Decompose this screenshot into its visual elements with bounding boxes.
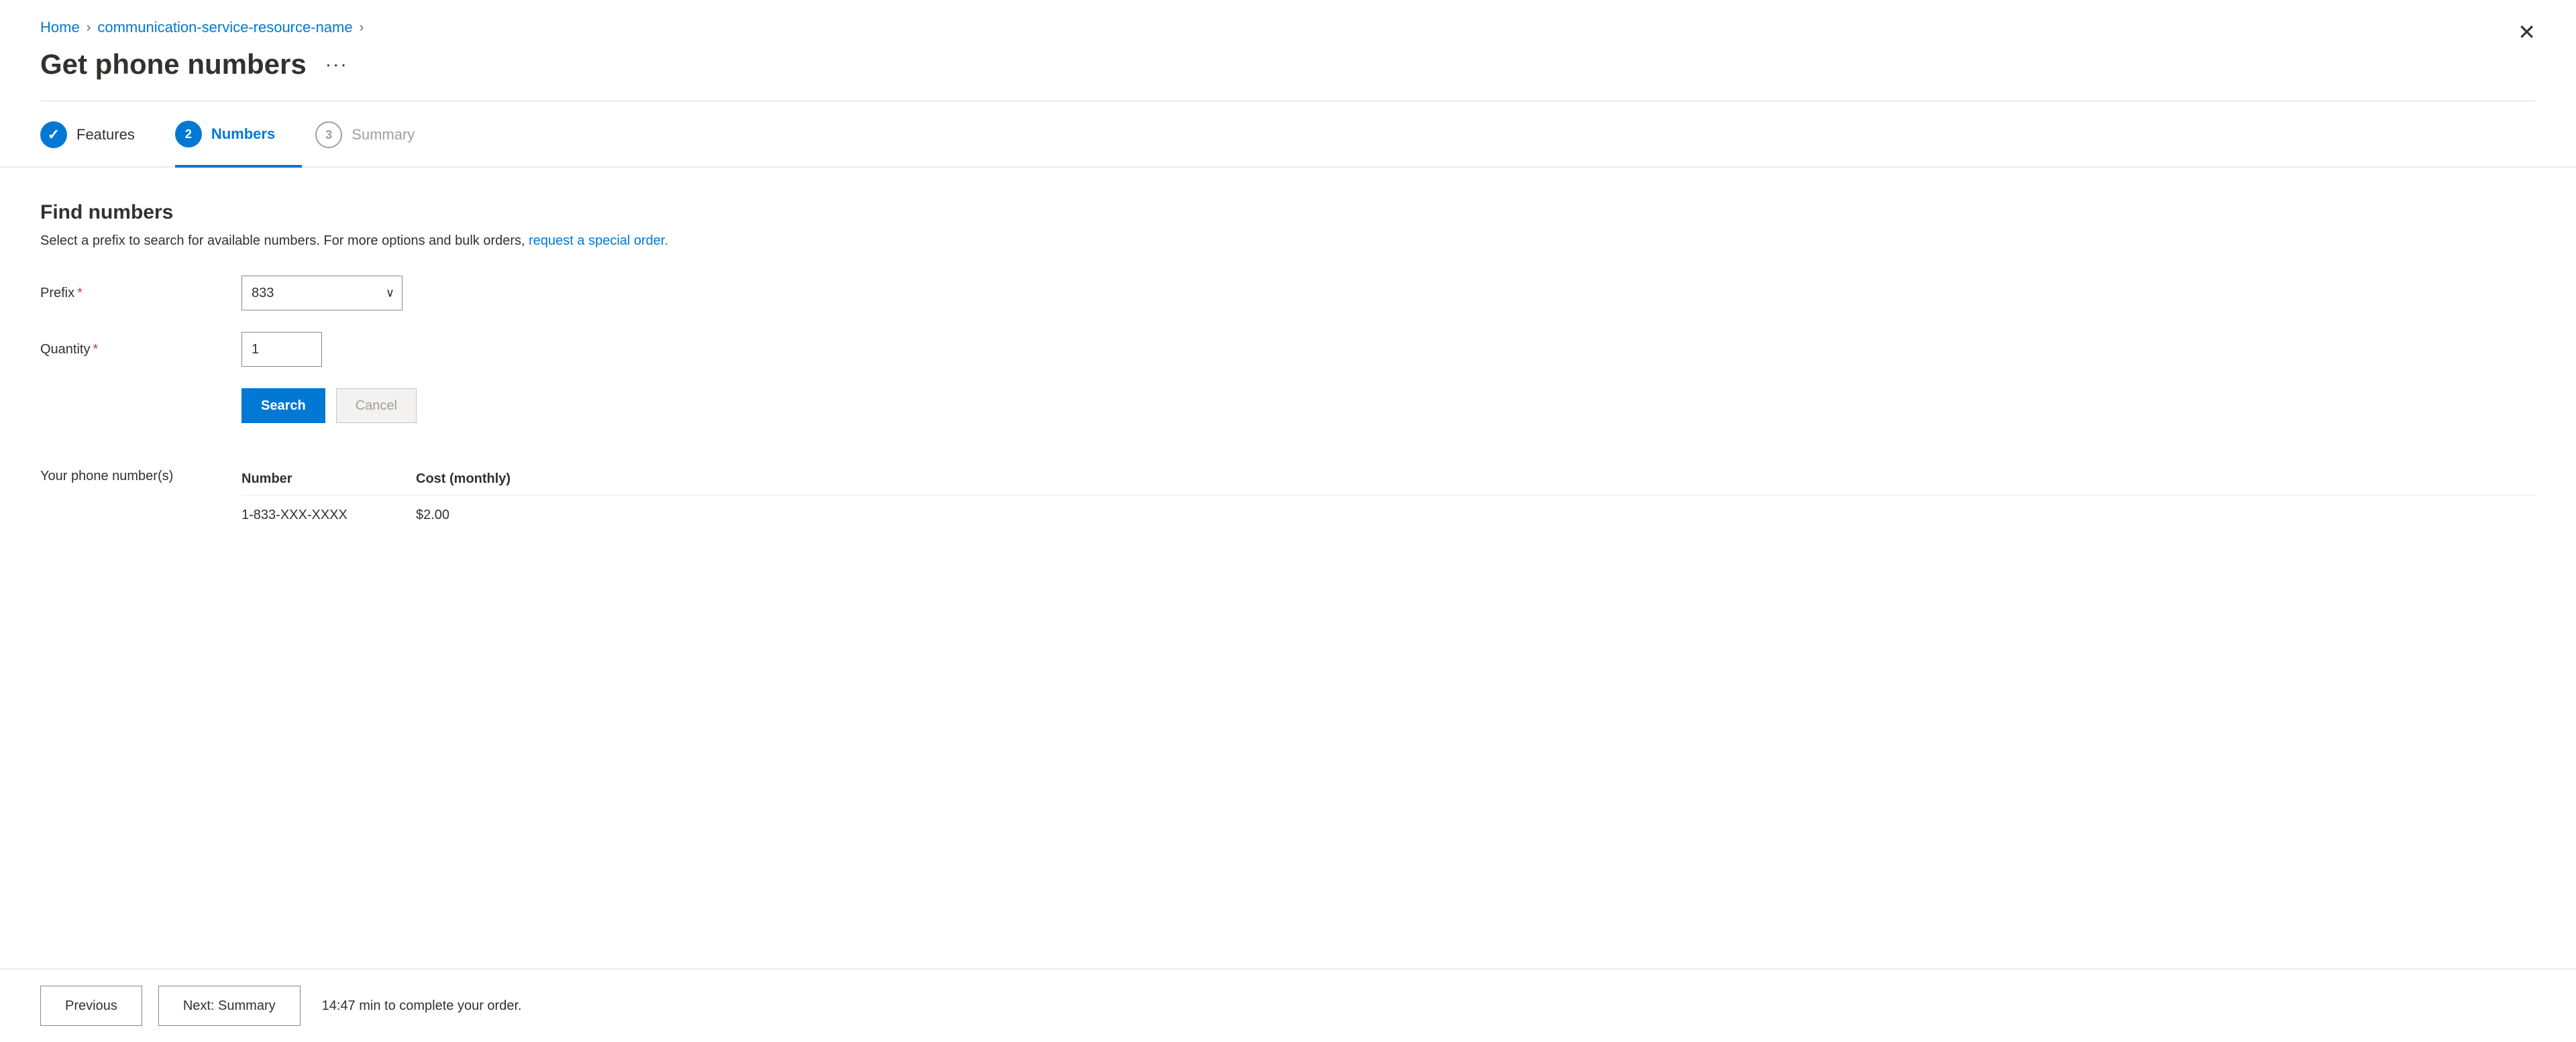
phone-cost-value: $2.00 xyxy=(416,508,550,523)
prefix-select[interactable]: 800 833 844 855 866 877 888 xyxy=(241,276,402,310)
phone-number-value: 1-833-XXX-XXXX xyxy=(241,508,416,523)
page-title-row: Get phone numbers ··· xyxy=(40,48,2536,80)
previous-button[interactable]: Previous xyxy=(40,986,142,1026)
page-container: Home › communication-service-resource-na… xyxy=(0,0,2576,1042)
phone-numbers-header-row: Your phone number(s) Number Cost (monthl… xyxy=(40,463,2536,535)
footer: Previous Next: Summary 14:47 min to comp… xyxy=(0,968,2576,1042)
footer-info-text: 14:47 min to complete your order. xyxy=(322,998,522,1014)
breadcrumb: Home › communication-service-resource-na… xyxy=(40,19,2536,36)
quantity-label: Quantity* xyxy=(40,342,241,357)
step-summary-label: Summary xyxy=(352,126,415,143)
prefix-label: Prefix* xyxy=(40,286,241,301)
find-numbers-title: Find numbers xyxy=(40,201,2536,224)
phone-table: Number Cost (monthly) 1-833-XXX-XXXX $2.… xyxy=(241,463,2536,535)
breadcrumb-resource[interactable]: communication-service-resource-name xyxy=(97,19,352,36)
step-numbers-label: Numbers xyxy=(211,125,275,143)
quantity-input[interactable] xyxy=(241,332,322,367)
search-cancel-row: Search Cancel xyxy=(241,388,2536,423)
step-features[interactable]: ✓ Features xyxy=(40,103,162,166)
prefix-row: Prefix* 800 833 844 855 866 877 888 ∨ xyxy=(40,276,2536,310)
step-numbers-circle: 2 xyxy=(175,121,202,148)
special-order-link[interactable]: request a special order. xyxy=(529,233,668,248)
phone-numbers-label: Your phone number(s) xyxy=(40,463,241,484)
header-area: Home › communication-service-resource-na… xyxy=(0,0,2576,101)
next-summary-button[interactable]: Next: Summary xyxy=(158,986,301,1026)
step-numbers[interactable]: 2 Numbers xyxy=(175,102,302,168)
page-title: Get phone numbers xyxy=(40,48,307,80)
column-header-cost: Cost (monthly) xyxy=(416,471,550,487)
step-features-circle: ✓ xyxy=(40,121,67,148)
prefix-required: * xyxy=(77,286,83,300)
table-row: 1-833-XXX-XXXX $2.00 xyxy=(241,496,2536,535)
quantity-row: Quantity* xyxy=(40,332,2536,367)
breadcrumb-home[interactable]: Home xyxy=(40,19,80,36)
steps-container: ✓ Features 2 Numbers 3 Summary xyxy=(0,102,2576,168)
step-numbers-number: 2 xyxy=(185,127,192,141)
breadcrumb-sep-2: › xyxy=(360,20,364,36)
close-button[interactable]: ✕ xyxy=(2518,21,2536,43)
find-numbers-description: Select a prefix to search for available … xyxy=(40,233,2536,249)
step-summary[interactable]: 3 Summary xyxy=(315,103,441,166)
search-button[interactable]: Search xyxy=(241,388,325,423)
step-summary-number: 3 xyxy=(325,128,332,142)
phone-table-header: Number Cost (monthly) xyxy=(241,463,2536,496)
column-header-number: Number xyxy=(241,471,416,487)
step-summary-circle: 3 xyxy=(315,121,342,148)
quantity-required: * xyxy=(93,342,98,357)
checkmark-icon: ✓ xyxy=(48,126,60,143)
main-content: Find numbers Select a prefix to search f… xyxy=(0,168,2576,968)
breadcrumb-sep-1: › xyxy=(87,20,91,36)
step-features-label: Features xyxy=(76,126,135,143)
more-options-button[interactable]: ··· xyxy=(320,51,354,78)
description-pre-text: Select a prefix to search for available … xyxy=(40,233,529,248)
cancel-button[interactable]: Cancel xyxy=(336,388,417,423)
prefix-select-wrapper: 800 833 844 855 866 877 888 ∨ xyxy=(241,276,402,310)
phone-numbers-section: Your phone number(s) Number Cost (monthl… xyxy=(40,463,2536,535)
